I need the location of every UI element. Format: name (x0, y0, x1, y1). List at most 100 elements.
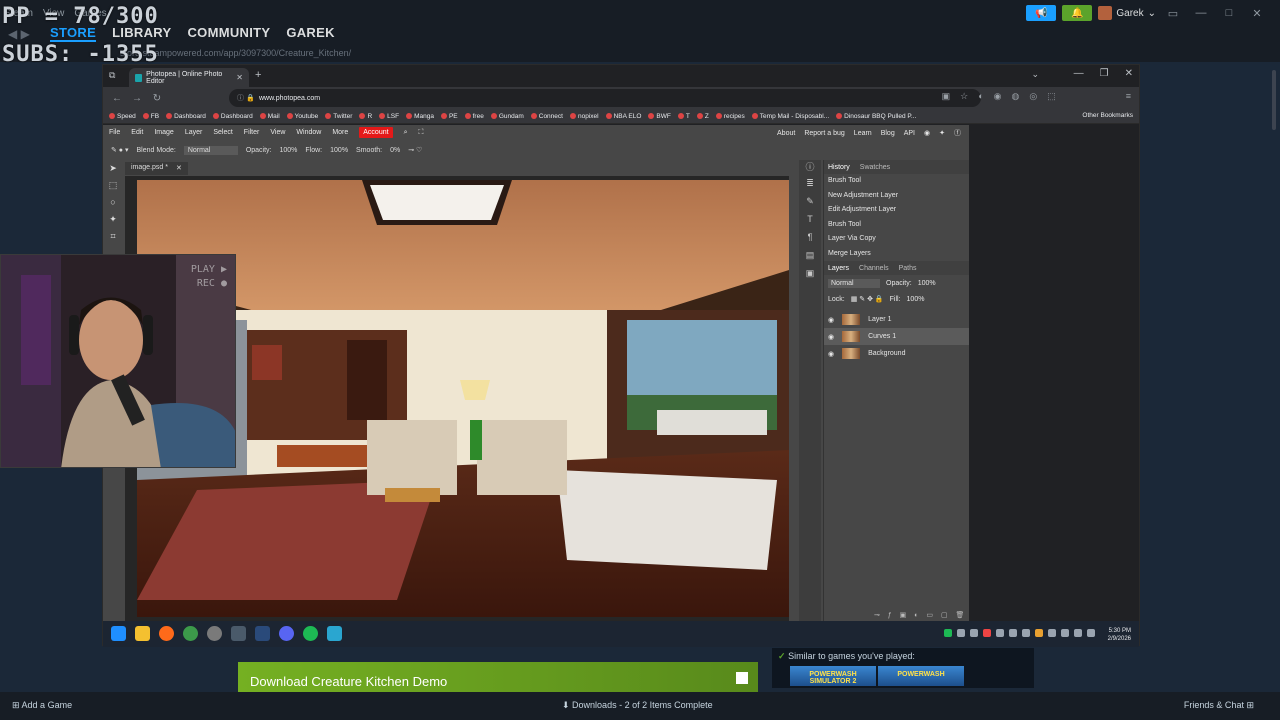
tray-icon[interactable] (1048, 629, 1056, 637)
link-api[interactable]: API (904, 130, 915, 137)
downloads-status[interactable]: ⬇ Downloads - 2 of 2 Items Complete (562, 700, 713, 711)
bookmark-item[interactable]: Dashboard (166, 113, 206, 120)
site-info-icon[interactable]: ⓘ 🔒 (237, 93, 255, 103)
discord-icon[interactable] (279, 626, 294, 641)
tray-icon[interactable] (1022, 629, 1030, 637)
smooth-value[interactable]: 0% (390, 147, 400, 154)
page-scrollbar[interactable] (1272, 70, 1276, 130)
layer-row[interactable]: ◉ Background (824, 345, 969, 362)
bookmark-star-icon[interactable]: ☆ (960, 91, 968, 102)
lock-icons[interactable]: ▦ ✎ ✥ 🔒 (851, 295, 884, 303)
tab-paths[interactable]: Paths (899, 265, 917, 272)
lasso-tool-icon[interactable]: ○ (106, 197, 120, 211)
extension-icon[interactable]: ◉ (994, 91, 1002, 102)
network-icon[interactable] (1087, 629, 1095, 637)
history-item[interactable]: Layer Via Copy (824, 232, 969, 247)
taskbar-clock[interactable]: 5:30 PM 2/9/2026 (1108, 627, 1131, 643)
document-tab[interactable]: image.psd * ✕ (125, 162, 188, 175)
character-icon[interactable]: T (799, 214, 821, 232)
menu-image[interactable]: Image (154, 129, 173, 136)
bookmark-item[interactable]: R (359, 113, 372, 120)
eye-icon[interactable]: ◉ (828, 350, 834, 358)
bookmark-item[interactable]: Speed (109, 113, 136, 120)
forward-icon[interactable]: → (127, 93, 147, 104)
bookmark-item[interactable]: Youtube (286, 113, 318, 120)
minimize-icon[interactable]: — (1190, 7, 1212, 19)
bookmark-item[interactable]: Dinosaur BBQ Pulled P... (836, 113, 916, 120)
add-game-button[interactable]: ⊞ Add a Game (12, 700, 72, 711)
kebab-menu-icon[interactable]: ≡ (1126, 91, 1131, 102)
bookmark-item[interactable]: BWF (648, 113, 671, 120)
bookmark-item[interactable]: Dashboard (212, 113, 253, 120)
file-explorer-icon[interactable] (135, 626, 150, 641)
opacity-value[interactable]: 100% (280, 147, 298, 154)
nav-community[interactable]: COMMUNITY (187, 25, 270, 42)
layer-opacity-value[interactable]: 100% (918, 280, 936, 287)
menu-file[interactable]: File (109, 129, 120, 136)
move-tool-icon[interactable]: ➤ (106, 163, 120, 177)
tab-layers[interactable]: Layers (828, 265, 849, 272)
bookmark-item[interactable]: LSF (379, 113, 399, 120)
tab-history[interactable]: History (828, 164, 850, 171)
extension-icon[interactable]: ◍ (1012, 91, 1020, 102)
chrome-icon[interactable] (183, 626, 198, 641)
css-icon[interactable]: ▤ (799, 250, 821, 268)
friends-chat-button[interactable]: Friends & Chat ⊞ (1184, 700, 1254, 711)
puzzle-icon[interactable]: ⬚ (1047, 91, 1056, 102)
twitter-icon[interactable]: ✦ (939, 129, 945, 137)
layer-actions[interactable]: ⊸ ƒ ▣ ◐ ▭ ▢ 🗑 (874, 611, 967, 619)
bookmark-item[interactable]: Manga (406, 113, 434, 120)
back-arrow-icon[interactable]: ◀ ▶ (8, 27, 30, 41)
wand-tool-icon[interactable]: ✦ (106, 214, 120, 228)
mic-icon[interactable] (1074, 629, 1082, 637)
steam-icon[interactable] (255, 626, 270, 641)
app-icon[interactable] (327, 626, 342, 641)
tab-list-chevron-icon[interactable]: ⌄ (1031, 69, 1039, 80)
properties-icon[interactable]: ≣ (799, 178, 821, 196)
link-about[interactable]: About (777, 130, 795, 137)
bookmark-item[interactable]: Mail (259, 113, 280, 120)
tab-channels[interactable]: Channels (859, 265, 889, 272)
volume-icon[interactable] (1061, 629, 1069, 637)
eye-icon[interactable]: ◉ (828, 333, 834, 341)
url-field[interactable]: ⓘ 🔒 www.photopea.com (229, 89, 981, 107)
bookmark-item[interactable]: NBA ELO (605, 113, 641, 120)
download-demo-button[interactable]: Download Creature Kitchen Demo (238, 662, 758, 692)
brush-panel-icon[interactable]: ✎ (799, 196, 821, 214)
tab-photopea[interactable]: Photopea | Online Photo Editor ✕ (129, 68, 249, 87)
menu-view[interactable]: View (270, 129, 285, 136)
translate-icon[interactable]: ▣ (942, 91, 951, 102)
close-icon[interactable]: ✕ (1246, 7, 1268, 20)
bookmark-item[interactable]: Z (696, 113, 709, 120)
history-item[interactable]: Brush Tool (824, 174, 969, 189)
tab-close-icon[interactable]: ✕ (236, 73, 243, 82)
menu-more[interactable]: More (332, 129, 348, 136)
history-item[interactable]: New Adjustment Layer (824, 189, 969, 204)
back-icon[interactable]: ← (107, 93, 127, 104)
menu-filter[interactable]: Filter (244, 129, 260, 136)
image-panel-icon[interactable]: ▣ (799, 268, 821, 286)
user-menu[interactable]: Garek ⌄ (1098, 6, 1156, 20)
bookmark-item[interactable]: Connect (530, 113, 563, 120)
layer-row[interactable]: ◉ Layer 1 (824, 311, 969, 328)
bookmark-item[interactable]: FB (142, 113, 159, 120)
bookmark-item[interactable]: free (464, 113, 484, 120)
menu-window[interactable]: Window (296, 129, 321, 136)
bookmark-item[interactable]: recipes (715, 113, 745, 120)
reload-icon[interactable]: ↻ (147, 93, 167, 104)
info-icon[interactable]: ⓘ (799, 160, 821, 178)
document-close-icon[interactable]: ✕ (176, 164, 182, 173)
browser-minimize-icon[interactable]: — (1074, 68, 1084, 79)
notifications-button[interactable]: 🔔 (1062, 5, 1093, 21)
tray-icon[interactable] (957, 629, 965, 637)
similar-game-capsule[interactable]: POWERWASH SIMULATOR 2 (790, 666, 876, 686)
account-button[interactable]: Account (359, 127, 393, 138)
tab-swatches[interactable]: Swatches (860, 164, 890, 171)
fill-value[interactable]: 100% (907, 296, 925, 303)
menu-select[interactable]: Select (213, 129, 232, 136)
bigpicture-icon[interactable]: ▭ (1162, 7, 1184, 20)
announce-button[interactable]: 📢 (1026, 5, 1057, 21)
bookmark-item[interactable]: Twitter (325, 113, 352, 120)
reddit-icon[interactable]: ◉ (924, 129, 930, 137)
other-bookmarks[interactable]: Other Bookmarks (1082, 112, 1133, 119)
